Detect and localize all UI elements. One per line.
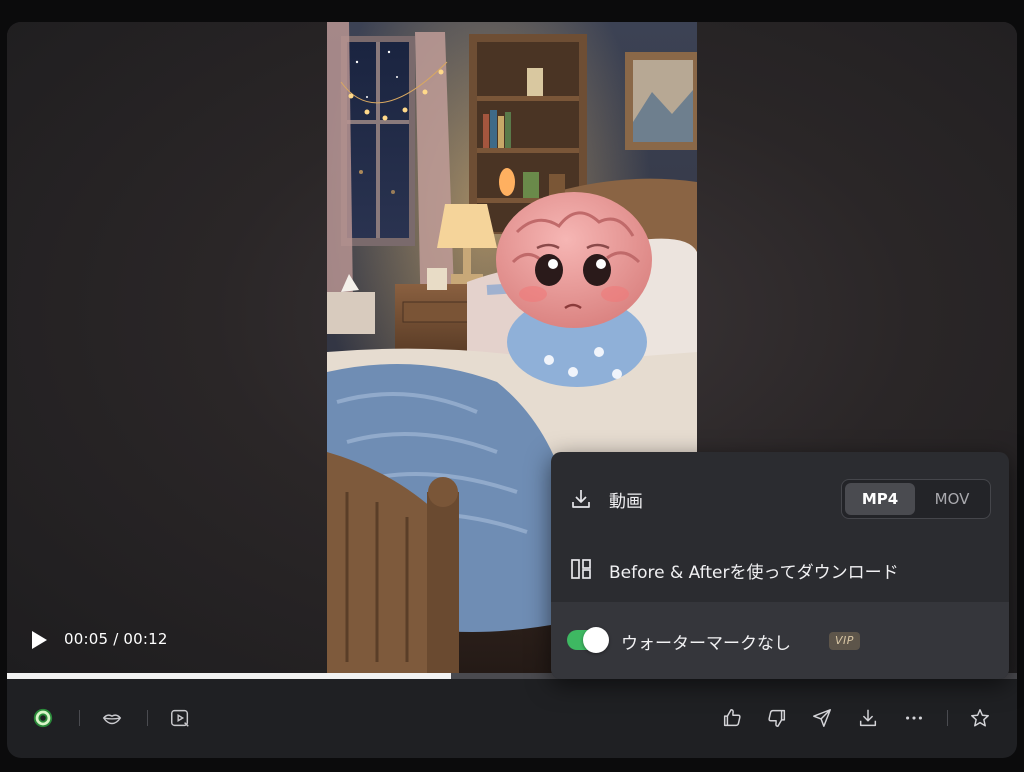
split-layout-icon: [571, 559, 591, 579]
play-icon: [32, 631, 47, 649]
menu-item-video-label: 動画: [609, 492, 643, 512]
download-icon: [859, 709, 877, 727]
menu-item-watermark: ウォーターマークなし VIP: [551, 602, 1009, 679]
thumbs-up-icon: [723, 709, 741, 727]
more-button[interactable]: [901, 705, 927, 731]
share-send-icon: [813, 709, 831, 727]
lips-icon: [102, 714, 122, 725]
menu-item-video[interactable]: 動画 MP4 MOV: [551, 452, 1009, 544]
model-logo-icon: [33, 708, 53, 728]
format-option-mp4[interactable]: MP4: [845, 483, 915, 515]
format-option-mov[interactable]: MOV: [917, 483, 987, 515]
watermark-toggle[interactable]: [567, 627, 609, 653]
toggle-knob: [583, 627, 609, 653]
vip-badge: VIP: [829, 632, 860, 650]
video-edit-button[interactable]: [167, 705, 193, 731]
menu-item-before-after-label: Before & Afterを使ってダウンロード: [609, 563, 899, 583]
lip-sync-button[interactable]: [99, 705, 125, 731]
star-icon: [971, 709, 989, 727]
dislike-button[interactable]: [764, 705, 790, 731]
menu-item-before-after[interactable]: Before & Afterを使ってダウンロード: [551, 544, 1009, 602]
favorite-button[interactable]: [967, 705, 993, 731]
toolbar-divider: [147, 710, 148, 726]
download-icon: [572, 490, 590, 508]
play-button[interactable]: [29, 629, 49, 651]
download-menu: 動画 MP4 MOV Before & Afterを使ってダウンロード ウォータ…: [551, 452, 1009, 679]
model-logo-button[interactable]: [30, 705, 56, 731]
share-button[interactable]: [809, 705, 835, 731]
format-toggle: MP4 MOV: [841, 479, 991, 519]
toolbar-divider: [79, 710, 80, 726]
download-button[interactable]: [855, 705, 881, 731]
time-readout: 00:05 / 00:12: [64, 630, 168, 648]
toolbar-divider: [947, 710, 948, 726]
bottom-toolbar: [7, 679, 1017, 758]
more-icon: [906, 716, 922, 720]
watermark-label: ウォーターマークなし: [621, 634, 791, 654]
like-button[interactable]: [719, 705, 745, 731]
play-edit-icon: [171, 709, 189, 727]
thumbs-down-icon: [768, 709, 786, 727]
app-root: 00:05 / 00:12 動画 MP4 MOV Before & Afterを…: [0, 0, 1024, 772]
